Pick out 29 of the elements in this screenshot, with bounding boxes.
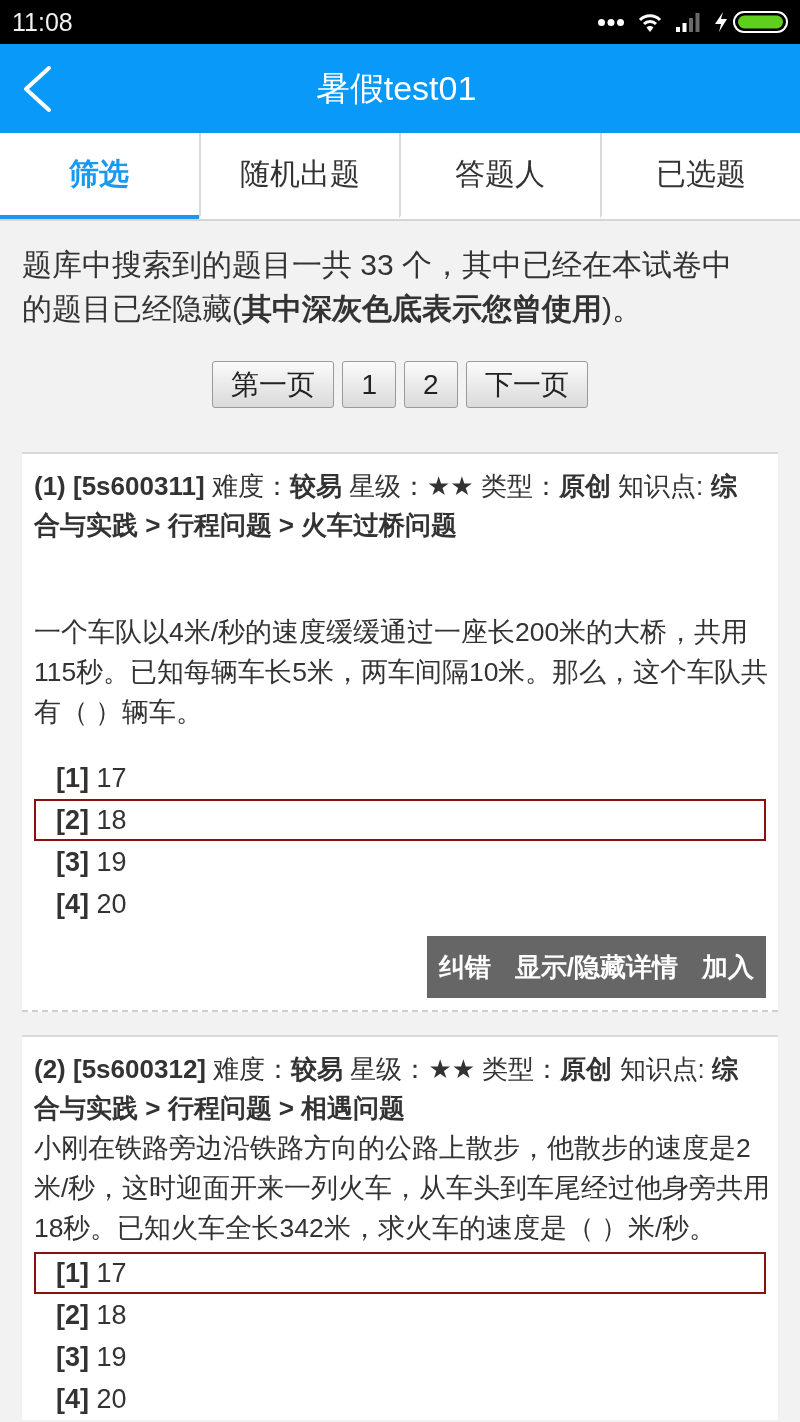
clock-text: 11:08 <box>12 9 73 35</box>
charging-bolt-icon <box>714 12 728 32</box>
page-title: 暑假test01 <box>314 68 478 109</box>
back-button[interactable] <box>22 65 52 112</box>
page-button[interactable]: 第一页 <box>212 361 335 408</box>
page-button[interactable]: 2 <box>404 361 458 408</box>
action-link[interactable]: 显示/隐藏详情 <box>514 954 678 980</box>
answer-option: [2] 18 <box>34 799 766 841</box>
answer-option: [1] 17 <box>34 1252 766 1294</box>
answer-option: [4] 20 <box>34 1378 766 1420</box>
more-dots-icon <box>598 18 624 26</box>
action-link[interactable]: 加入 <box>702 954 754 980</box>
page-button[interactable]: 1 <box>342 361 396 408</box>
back-icon <box>22 65 52 112</box>
answer-option: [2] 18 <box>34 1294 766 1336</box>
question-text: 小刚在铁路旁边沿铁路方向的公路上散步，他散步的速度是2米/秒，这时迎面开来一列火车，从车头到车尾经过他身旁共用18秒。已知火车全长342米，求火车的速度是（ ）米/秒。 <box>34 1132 772 1245</box>
answer-option: [3] 19 <box>34 841 766 883</box>
action-link[interactable]: 纠错 <box>438 954 491 980</box>
question-header: (2) [5s600312] 难度：较易 星级：★★ 类型：原创 知识点: 综合与实践 > 行程问题 > 相遇问题 <box>34 1053 739 1125</box>
signal-icon <box>676 12 700 32</box>
question-text: 一个车队以4米/秒的速度缓缓通过一座长200米的大桥，共用115秒。已知每辆车长5米，两车间隔10米。那么，这个车队共有（ ）辆车。 <box>34 616 770 729</box>
answer-option: [1] 17 <box>34 757 766 799</box>
battery-icon <box>733 11 788 33</box>
summary-text: 题库中搜索到的题目一共 33 个，其中已经在本试卷中的题目已经隐藏(其中深灰色底表示您曾使用)。 <box>22 247 734 327</box>
answer-option: [3] 19 <box>34 1336 766 1378</box>
wifi-icon <box>638 12 662 32</box>
page-button[interactable]: 下一页 <box>465 361 588 408</box>
answer-option: [4] 20 <box>34 883 766 925</box>
question-header: (1) [5s600311] 难度：较易 星级：★★ 类型：原创 知识点: 综合与实践 > 行程问题 > 火车过桥问题 <box>34 470 738 542</box>
